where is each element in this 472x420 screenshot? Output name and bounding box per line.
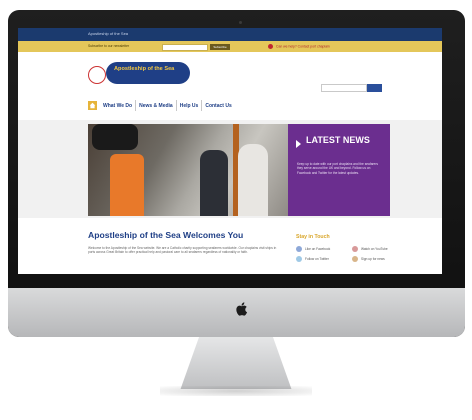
latest-news-body: Keep up to date with our port chaplains … — [297, 162, 378, 175]
welcome-body: Welcome to the Apostleship of the Sea we… — [88, 246, 277, 255]
stay-in-touch-heading: Stay in Touch — [296, 234, 330, 240]
webcam — [239, 21, 242, 24]
home-icon[interactable] — [88, 101, 97, 110]
topbar-text: Apostleship of the Sea — [88, 31, 129, 36]
social-link-newsletter[interactable]: Sign up for news — [352, 256, 385, 262]
site-logo-text: Apostleship of the Sea — [114, 66, 175, 72]
monitor-stand — [180, 337, 292, 389]
person-in-hi-vis — [110, 154, 144, 216]
latest-news-title: LATEST NEWS — [306, 135, 370, 145]
social-link-facebook[interactable]: Like on Facebook — [296, 246, 330, 252]
search-button[interactable] — [367, 84, 382, 92]
nav-item-news-media[interactable]: News & Media — [136, 100, 177, 111]
mail-icon — [352, 256, 358, 262]
newsletter-email-input[interactable] — [162, 44, 208, 51]
social-label: Sign up for news — [361, 257, 385, 261]
social-link-youtube[interactable]: Watch on YouTube — [352, 246, 388, 252]
site-logo-emblem[interactable] — [88, 66, 106, 84]
play-arrow-icon — [296, 140, 301, 148]
apple-icon — [232, 301, 250, 319]
notice-bar — [18, 41, 442, 52]
newsletter-subscribe-button[interactable]: Subscribe — [210, 44, 230, 50]
social-link-twitter[interactable]: Follow on Twitter — [296, 256, 329, 262]
twitter-icon — [296, 256, 302, 262]
screen: Apostleship of the Sea Subscribe to our … — [18, 28, 442, 274]
welcome-heading: Apostleship of the Sea Welcomes You — [88, 230, 244, 240]
social-label: Follow on Twitter — [305, 257, 329, 261]
nav-item-contact-us[interactable]: Contact Us — [202, 100, 234, 111]
site-topbar — [18, 28, 442, 41]
help-notice[interactable]: Can we help? Contact port chaplain — [268, 44, 330, 49]
hero-photo — [88, 124, 288, 216]
person-dark-jacket — [200, 150, 228, 216]
nav-item-help-us[interactable]: Help Us — [177, 100, 203, 111]
person-white-shirt — [238, 144, 268, 216]
search-input[interactable] — [321, 84, 367, 92]
social-label: Like on Facebook — [305, 247, 331, 251]
youtube-icon — [352, 246, 358, 252]
nav-item-what-we-do[interactable]: What We Do — [100, 100, 137, 111]
video-camera-shape — [92, 124, 138, 150]
alert-icon — [268, 44, 273, 49]
notice-left-text: Subscribe to our newsletter — [88, 44, 130, 48]
stand-shadow — [160, 386, 312, 396]
social-label: Watch on YouTube — [361, 247, 388, 251]
help-notice-text: Can we help? Contact port chaplain — [276, 44, 330, 49]
facebook-icon — [296, 246, 302, 252]
main-nav: What We Do News & Media Help Us Contact … — [88, 100, 235, 111]
